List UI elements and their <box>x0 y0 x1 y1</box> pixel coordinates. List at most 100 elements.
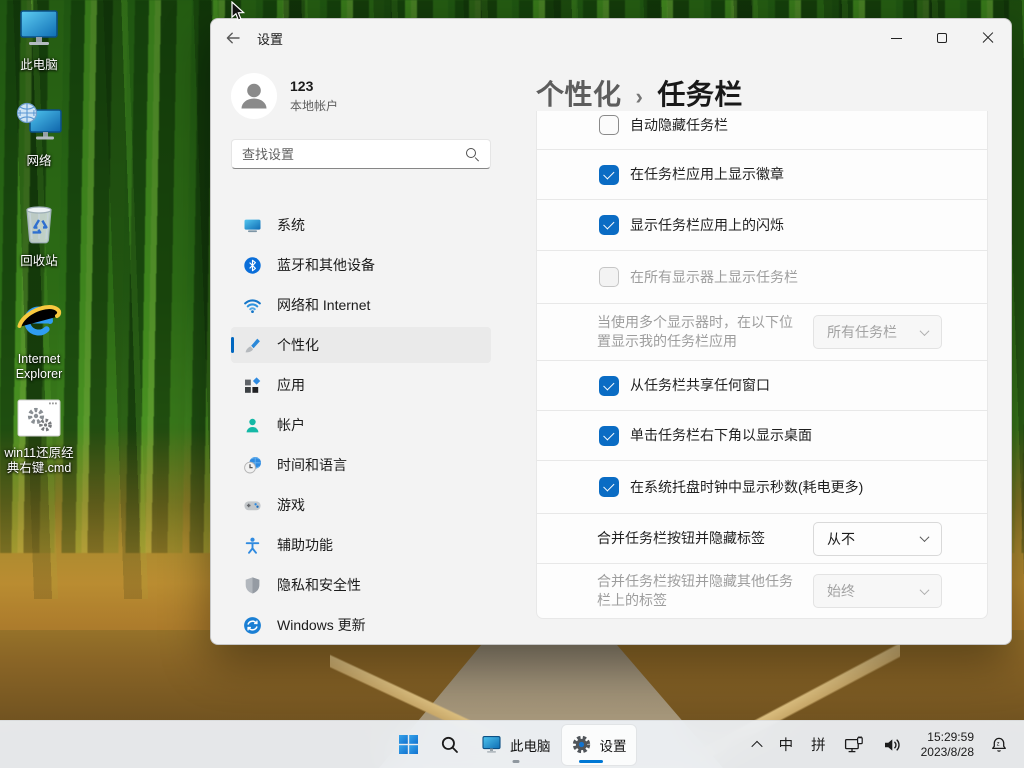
search-icon <box>440 735 460 755</box>
sidebar-item-apps[interactable]: 应用 <box>231 367 491 403</box>
maximize-icon <box>937 33 947 43</box>
setting-label: 从任务栏共享任何窗口 <box>630 376 770 395</box>
chevron-down-icon <box>920 532 930 542</box>
sidebar-item-label: 时间和语言 <box>277 455 347 475</box>
maximize-button[interactable] <box>919 19 965 57</box>
sidebar-item-label: 系统 <box>277 215 305 235</box>
dropdown-value: 从不 <box>827 529 855 549</box>
checked-checkbox[interactable] <box>599 426 619 446</box>
active-app-indicator <box>579 760 603 763</box>
setting-row-auto-hide-taskbar[interactable]: 自动隐藏任务栏 <box>536 111 988 150</box>
sidebar-item-time-language[interactable]: 时间和语言 <box>231 447 491 483</box>
minimize-button[interactable] <box>873 19 919 57</box>
bell-dnd-icon: z <box>989 735 1009 755</box>
back-button[interactable] <box>225 30 241 46</box>
notification-center-button[interactable]: z <box>980 725 1018 765</box>
setting-label: 自动隐藏任务栏 <box>630 116 728 135</box>
close-button[interactable] <box>965 19 1011 57</box>
settings-search-box[interactable] <box>231 139 491 169</box>
sidebar-nav: 系统蓝牙和其他设备网络和 Internet 个性化应用帐户时间和语言游戏辅助功能隐… <box>231 207 491 643</box>
taskbar: 此电脑设置 中 拼 15:29:59 2023/8/28 <box>0 720 1024 768</box>
user-name: 123 <box>290 78 338 94</box>
gamepad-icon <box>243 496 262 515</box>
chevron-up-icon <box>751 740 762 751</box>
sidebar-item-label: 蓝牙和其他设备 <box>277 255 375 275</box>
settings-scroll-area[interactable]: 自动隐藏任务栏在任务栏应用上显示徽章显示任务栏应用上的闪烁在所有显示器上显示任务… <box>536 111 988 638</box>
speaker-icon <box>882 735 902 755</box>
back-arrow-icon <box>225 30 241 46</box>
desktop-icon-recycle-bin[interactable]: 回收站 <box>0 202 78 269</box>
sidebar-item-gaming[interactable]: 游戏 <box>231 487 491 523</box>
setting-row-show-flashing[interactable]: 显示任务栏应用上的闪烁 <box>536 200 988 251</box>
clock-globe-icon <box>243 456 262 475</box>
accessibility-icon <box>243 536 262 555</box>
running-app-indicator <box>512 760 519 763</box>
clock[interactable]: 15:29:59 2023/8/28 <box>911 730 980 760</box>
desktop-icon-label: 网络 <box>26 154 51 169</box>
desktop-icon-internet-explorer[interactable]: Internet Explorer <box>0 298 78 382</box>
network-tray-button[interactable] <box>835 725 873 765</box>
dropdown-combine-buttons[interactable]: 从不 <box>813 522 942 556</box>
setting-row-show-on-all-displays[interactable]: 在所有显示器上显示任务栏 <box>536 251 988 304</box>
sidebar-item-label: 游戏 <box>277 495 305 515</box>
taskbar-button-this-pc[interactable]: 此电脑 <box>472 725 560 765</box>
sidebar-item-windows-update[interactable]: Windows 更新 <box>231 607 491 643</box>
sidebar-item-privacy[interactable]: 隐私和安全性 <box>231 567 491 603</box>
desktop-icon-label: 回收站 <box>20 254 58 269</box>
desktop-icon-label: win11还原经典右键.cmd <box>0 446 78 476</box>
breadcrumb: 个性化 › 任务栏 <box>536 73 743 113</box>
volume-tray-button[interactable] <box>873 725 911 765</box>
sidebar-item-network[interactable]: 网络和 Internet <box>231 287 491 323</box>
wifi-icon <box>243 296 262 315</box>
setting-row-show-desktop-corner[interactable]: 单击任务栏右下角以显示桌面 <box>536 411 988 461</box>
recycle-bin-icon <box>19 202 59 251</box>
search-input[interactable] <box>242 147 465 162</box>
setting-row-multi-display-mode[interactable]: 当使用多个显示器时，在以下位 置显示我的任务栏应用所有任务栏 <box>536 304 988 361</box>
setting-label: 当使用多个显示器时，在以下位 置显示我的任务栏应用 <box>597 313 793 351</box>
taskbar-button-settings[interactable]: 设置 <box>562 725 636 765</box>
ime-pinyin-button[interactable]: 拼 <box>802 725 835 765</box>
setting-label: 在所有显示器上显示任务栏 <box>630 268 798 287</box>
mouse-cursor <box>230 1 246 23</box>
setting-row-combine-buttons-other[interactable]: 合并任务栏按钮并隐藏其他任务 栏上的标签始终 <box>536 564 988 619</box>
dropdown-value: 始终 <box>827 581 855 601</box>
sidebar-item-accounts[interactable]: 帐户 <box>231 407 491 443</box>
setting-label: 在系统托盘时钟中显示秒数(耗电更多) <box>630 478 863 497</box>
sidebar-item-system[interactable]: 系统 <box>231 207 491 243</box>
titlebar[interactable]: 设置 <box>211 19 1011 57</box>
checked-checkbox[interactable] <box>599 376 619 396</box>
setting-row-combine-buttons[interactable]: 合并任务栏按钮并隐藏标签从不 <box>536 514 988 564</box>
setting-row-show-seconds-in-clock[interactable]: 在系统托盘时钟中显示秒数(耗电更多) <box>536 461 988 514</box>
taskbar-search-button[interactable] <box>430 725 470 765</box>
sidebar-item-label: 个性化 <box>277 335 319 355</box>
setting-row-share-any-window[interactable]: 从任务栏共享任何窗口 <box>536 361 988 411</box>
breadcrumb-parent[interactable]: 个性化 <box>536 73 622 113</box>
unchecked-checkbox[interactable] <box>599 115 619 135</box>
tray-chevron-button[interactable] <box>744 725 770 765</box>
ime-mode-button[interactable]: 中 <box>770 725 803 765</box>
desktop-icon-network[interactable]: 网络 <box>0 102 78 169</box>
start-button[interactable] <box>388 725 428 765</box>
chevron-down-icon <box>920 326 930 336</box>
checked-checkbox[interactable] <box>599 215 619 235</box>
avatar <box>231 73 277 119</box>
sidebar-item-bluetooth[interactable]: 蓝牙和其他设备 <box>231 247 491 283</box>
shield-icon <box>243 576 262 595</box>
user-card[interactable]: 123 本地帐户 <box>231 73 491 119</box>
desktop-icon-cmd-script[interactable]: win11还原经典右键.cmd <box>0 398 78 476</box>
search-icon <box>465 147 480 162</box>
setting-row-show-badges[interactable]: 在任务栏应用上显示徽章 <box>536 150 988 200</box>
chevron-down-icon <box>920 585 930 595</box>
checked-checkbox[interactable] <box>599 477 619 497</box>
taskbar-button-label: 此电脑 <box>510 735 551 755</box>
ethernet-icon <box>844 735 864 755</box>
desktop-icon-label: 此电脑 <box>20 58 58 73</box>
sidebar-item-accessibility[interactable]: 辅助功能 <box>231 527 491 563</box>
setting-label: 显示任务栏应用上的闪烁 <box>630 216 784 235</box>
gear-icon <box>571 734 592 755</box>
minimize-icon <box>891 38 902 39</box>
sidebar-item-personalization[interactable]: 个性化 <box>231 327 491 363</box>
desktop-icon-this-pc[interactable]: 此电脑 <box>0 8 78 73</box>
ie-icon <box>16 298 62 349</box>
checked-checkbox[interactable] <box>599 165 619 185</box>
